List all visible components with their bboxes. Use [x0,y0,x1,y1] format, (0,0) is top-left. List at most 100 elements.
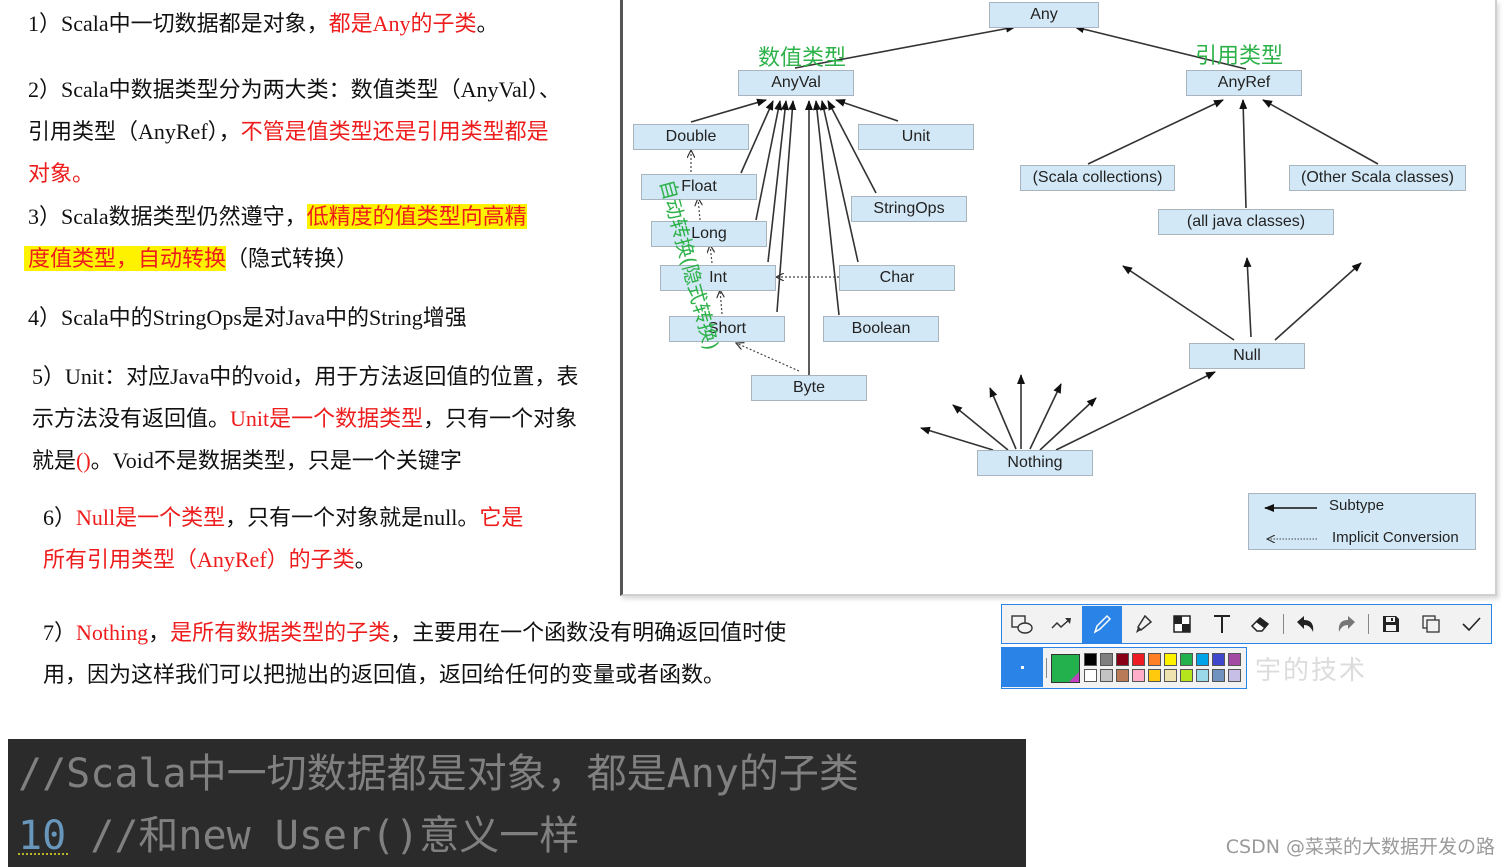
node-any: Any [989,2,1099,28]
arrow-tool-button[interactable] [1042,606,1082,643]
color-swatch[interactable] [1116,669,1129,682]
note-highlight-red: 不管是值类型还是引用类型都是 [240,119,549,144]
note-1: 1）Scala中一切数据都是对象，都是Any的子类。 [28,3,499,45]
node-other-scala-classes: (Other Scala classes) [1289,165,1466,191]
color-swatch[interactable] [1196,669,1209,682]
node-boolean: Boolean [823,316,939,342]
text-icon [1213,615,1230,633]
note-text: 。 [354,547,377,572]
note-highlight-red: 它是 [479,505,524,530]
save-button[interactable] [1371,606,1411,643]
note-4: 4）Scala中的StringOps是对Java中的String增强 [28,297,467,339]
eraser-tool-button[interactable] [1242,606,1282,643]
shape-tool-button[interactable] [1002,606,1042,643]
done-button[interactable] [1451,606,1491,643]
note-5: 5）Unit：对应Java中的void，用于方法返回值的位置，表 示方法没有返回… [32,356,578,482]
palette-separator [1046,658,1047,678]
check-icon [1462,617,1481,632]
node-null: Null [1189,343,1305,369]
color-swatch[interactable] [1148,669,1161,682]
mosaic-icon [1172,615,1191,633]
edge-collections-anyref [1087,99,1224,165]
color-swatch[interactable] [1180,653,1193,666]
save-icon [1383,616,1400,632]
color-swatch[interactable] [1180,669,1193,682]
note-highlight-red: 所有引用类型（AnyRef）的子类 [43,547,355,572]
note-text: 用，因为这样我们可以把抛出的返回值，返回给任何的变量或者函数。 [43,662,726,687]
note-highlight-red: 都是Any的子类 [328,11,477,36]
copy-button[interactable] [1411,606,1451,643]
color-swatch[interactable] [1196,653,1209,666]
edge-nothing-1 [920,426,994,451]
code-snippet: //Scala中一切数据都是对象，都是Any的子类 10 //和new User… [8,739,1026,867]
note-text: 示方法没有返回值。 [32,406,231,431]
code-line-2: 10 //和new User()意义一样 [18,803,579,861]
node-short: Short [669,316,785,342]
color-picker-icon [1069,672,1079,682]
marker-tool-button[interactable] [1122,606,1162,643]
edge-null-up-right [1274,262,1362,341]
pencil-icon [1093,614,1111,634]
color-swatch[interactable] [1084,653,1097,666]
code-comment-line: //Scala中一切数据都是对象，都是Any的子类 [18,751,859,797]
note-text: ，主要用在一个函数没有明确返回值时使 [390,620,787,645]
color-swatch[interactable] [1132,669,1145,682]
node-double: Double [633,124,749,150]
note-text: 3）Scala数据类型仍然遵守， [28,204,307,229]
legend: Subtype Implicit Conversion [1248,493,1476,550]
color-swatch[interactable] [1100,669,1113,682]
copy-icon [1422,615,1440,633]
brush-size-button[interactable] [1002,648,1043,687]
note-text: 1）Scala中一切数据都是对象， [28,11,329,36]
toolbar-separator [1368,614,1370,634]
edge-nothing-3 [989,387,1017,450]
note-2: 2）Scala中数据类型分为两大类：数值类型（AnyVal）、 引用类型（Any… [28,69,561,195]
pen-tool-button[interactable] [1081,605,1122,643]
color-swatch[interactable] [1100,653,1113,666]
color-swatch[interactable] [1164,669,1177,682]
text-tool-button[interactable] [1202,606,1242,643]
edge-short-anyval [776,100,797,313]
color-swatch[interactable] [1212,669,1225,682]
node-all-java-classes: (all java classes) [1158,209,1334,235]
color-swatch[interactable] [1228,669,1241,682]
note-text: 4）Scala中的StringOps是对Java中的String增强 [28,305,467,330]
edge-nothing-5 [1029,383,1062,450]
note-text: 7） [43,620,77,645]
color-palette [1001,647,1247,689]
color-swatch[interactable] [1148,653,1161,666]
redo-button[interactable] [1326,606,1366,643]
color-swatch[interactable] [1212,653,1225,666]
color-swatch[interactable] [1228,653,1241,666]
edge-other-anyref [1262,99,1379,165]
note-text: 引用类型（AnyRef）， [28,119,241,144]
color-swatch[interactable] [1164,653,1177,666]
edge-double-anyval [690,98,767,123]
note-highlight-red: 是所有数据类型的子类 [170,620,391,645]
note-3: 3）Scala数据类型仍然遵守，低精度的值类型向高精 度值类型，自动转换（隐式转… [24,196,527,280]
note-text: 。 [476,11,499,36]
mosaic-tool-button[interactable] [1162,606,1202,643]
edge-unit-anyval [835,99,899,122]
edge-nothing-null [1055,371,1216,451]
implicit-int-long [710,245,712,264]
note-highlight-yellow: 低精度的值类型向高精 [306,204,527,229]
note-7: 7）Nothing，是所有数据类型的子类，主要用在一个函数没有明确返回值时使 用… [43,612,786,696]
redo-icon [1339,616,1356,632]
color-swatch[interactable] [1132,653,1145,666]
current-color-swatch[interactable] [1051,654,1080,683]
edge-null-up-left [1122,265,1235,341]
edge-null-up-mid [1243,257,1252,338]
color-swatch[interactable] [1084,669,1097,682]
implicit-byte-short [736,343,800,372]
warning-squiggle [18,849,68,855]
annotation-value-types: 数值类型 [758,46,847,71]
annotation-ref-types: 引用类型 [1195,44,1284,69]
color-swatch[interactable] [1116,653,1129,666]
note-text: 。Void不是数据类型，只是一个关键字 [90,448,462,473]
implicit-long-float [698,198,700,221]
code-comment: //和new User()意义一样 [66,813,580,859]
edge-nothing-6 [1039,397,1097,451]
node-nothing: Nothing [977,450,1093,476]
undo-button[interactable] [1286,606,1326,643]
